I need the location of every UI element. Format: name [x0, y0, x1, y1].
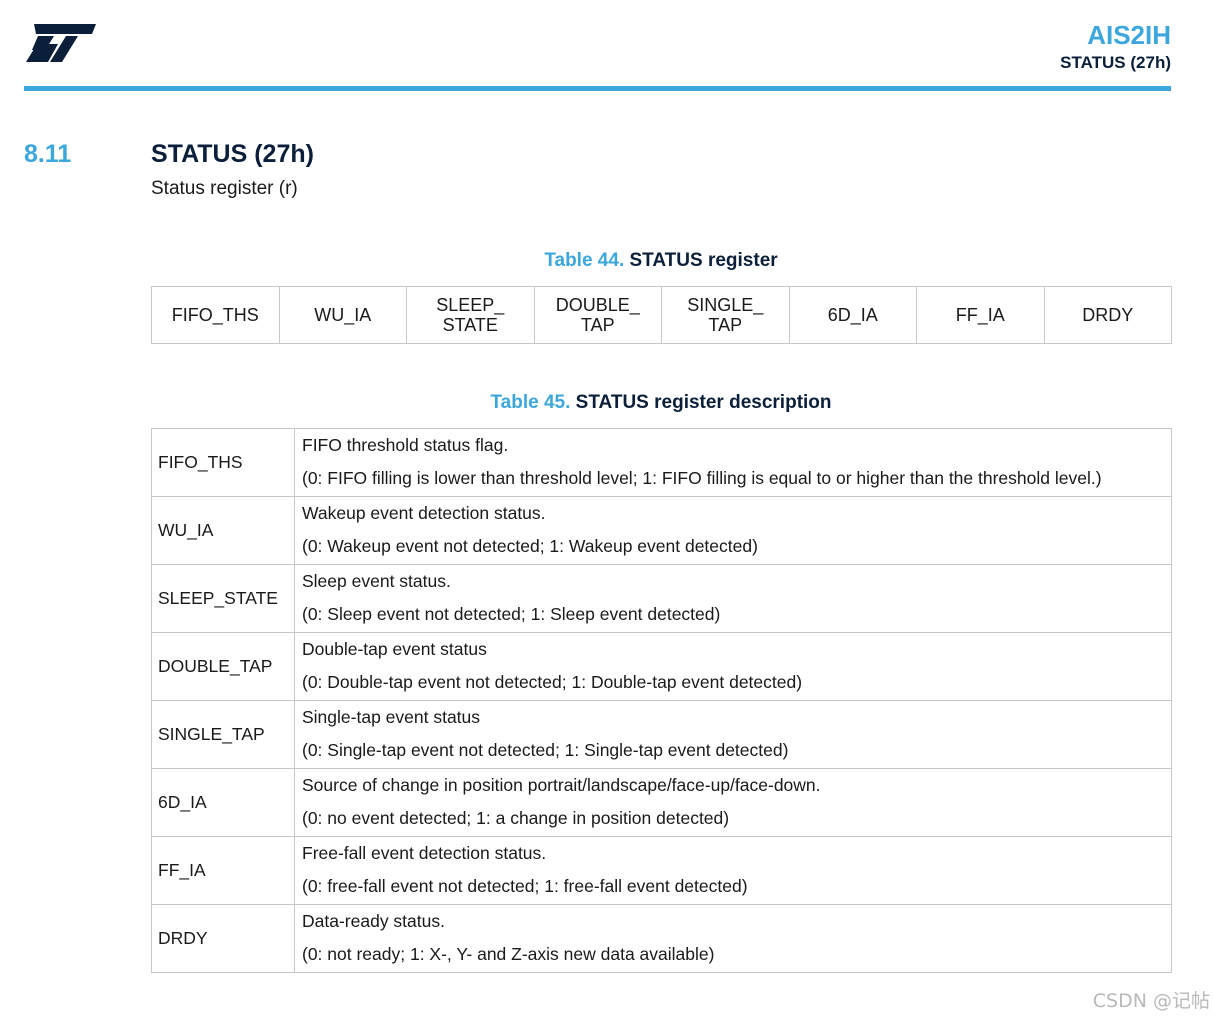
description-line: Double-tap event status: [302, 639, 487, 659]
status-register-table: FIFO_THS WU_IA SLEEP_ STATE DOUBLE_ TAP …: [151, 286, 1172, 344]
table-row: FF_IA Free-fall event detection status. …: [151, 836, 1172, 905]
field-name: SINGLE_TAP: [151, 700, 295, 769]
section-title: STATUS (27h): [151, 140, 314, 168]
bit-0-cell: DRDY: [1043, 286, 1172, 344]
description-values: (0: FIFO filling is lower than threshold…: [302, 468, 1102, 488]
description-values: (0: Double-tap event not detected; 1: Do…: [302, 672, 803, 692]
status-description-table: FIFO_THS FIFO threshold status flag. (0:…: [151, 428, 1172, 973]
table-45-title: STATUS register description: [575, 392, 832, 413]
description-line: Single-tap event status: [302, 707, 481, 727]
table-row: 6D_IA Source of change in position portr…: [151, 768, 1172, 837]
bit-2-cell: 6D_IA: [788, 286, 917, 344]
description-line: FIFO threshold status flag.: [302, 435, 509, 455]
description-values: (0: free-fall event not detected; 1: fre…: [302, 876, 748, 896]
bit-4-cell: DOUBLE_ TAP: [533, 286, 662, 344]
table-45-number: Table 45.: [490, 392, 571, 413]
field-description: Wakeup event detection status. (0: Wakeu…: [294, 496, 1172, 565]
description-line: Sleep event status.: [302, 571, 451, 591]
description-values: (0: no event detected; 1: a change in po…: [302, 808, 730, 828]
description-values: (0: Wakeup event not detected; 1: Wakeup…: [302, 536, 758, 556]
table-44-number: Table 44.: [544, 250, 625, 271]
document-header: AIS2IH STATUS (27h): [1060, 20, 1171, 74]
field-description: Data-ready status. (0: not ready; 1: X-,…: [294, 904, 1172, 973]
table-row: DOUBLE_TAP Double-tap event status (0: D…: [151, 632, 1172, 701]
field-name: DRDY: [151, 904, 295, 973]
watermark: CSDN @记帖: [1092, 990, 1210, 1012]
field-description: Free-fall event detection status. (0: fr…: [294, 836, 1172, 905]
field-name: 6D_IA: [151, 768, 295, 837]
table-row: SLEEP_STATE Sleep event status. (0: Slee…: [151, 564, 1172, 633]
field-name: WU_IA: [151, 496, 295, 565]
field-name: FF_IA: [151, 836, 295, 905]
field-name: DOUBLE_TAP: [151, 632, 295, 701]
field-description: Double-tap event status (0: Double-tap e…: [294, 632, 1172, 701]
description-values: (0: Single-tap event not detected; 1: Si…: [302, 740, 789, 760]
bit-6-cell: WU_IA: [278, 286, 407, 344]
table-44-caption: Table 44. STATUS register: [151, 250, 1171, 272]
document-title: AIS2IH: [1087, 20, 1171, 50]
field-name: FIFO_THS: [151, 428, 295, 497]
field-description: FIFO threshold status flag. (0: FIFO fil…: [294, 428, 1172, 497]
bit-5-cell: SLEEP_ STATE: [406, 286, 535, 344]
description-line: Wakeup event detection status.: [302, 503, 546, 523]
table-row: DRDY Data-ready status. (0: not ready; 1…: [151, 904, 1172, 973]
field-description: Sleep event status. (0: Sleep event not …: [294, 564, 1172, 633]
header-rule: [24, 86, 1171, 91]
table-row: SINGLE_TAP Single-tap event status (0: S…: [151, 700, 1172, 769]
table-row: FIFO_THS FIFO threshold status flag. (0:…: [151, 428, 1172, 497]
table-row: WU_IA Wakeup event detection status. (0:…: [151, 496, 1172, 565]
bit-7-cell: FIFO_THS: [151, 286, 280, 344]
description-line: Source of change in position portrait/la…: [302, 775, 821, 795]
description-values: (0: not ready; 1: X-, Y- and Z-axis new …: [302, 944, 715, 964]
document-subtitle: STATUS (27h): [1060, 53, 1171, 72]
st-logo-icon: [26, 24, 96, 62]
description-line: Data-ready status.: [302, 911, 445, 931]
field-description: Single-tap event status (0: Single-tap e…: [294, 700, 1172, 769]
bit-3-cell: SINGLE_ TAP: [661, 286, 790, 344]
description-values: (0: Sleep event not detected; 1: Sleep e…: [302, 604, 721, 624]
bit-1-cell: FF_IA: [916, 286, 1045, 344]
table-45-caption: Table 45. STATUS register description: [151, 392, 1171, 414]
description-line: Free-fall event detection status.: [302, 843, 547, 863]
section-description: Status register (r): [151, 178, 298, 199]
table-44-title: STATUS register: [629, 250, 778, 271]
register-bits-row: FIFO_THS WU_IA SLEEP_ STATE DOUBLE_ TAP …: [151, 286, 1172, 344]
section-number: 8.11: [24, 140, 72, 168]
field-description: Source of change in position portrait/la…: [294, 768, 1172, 837]
field-name: SLEEP_STATE: [151, 564, 295, 633]
